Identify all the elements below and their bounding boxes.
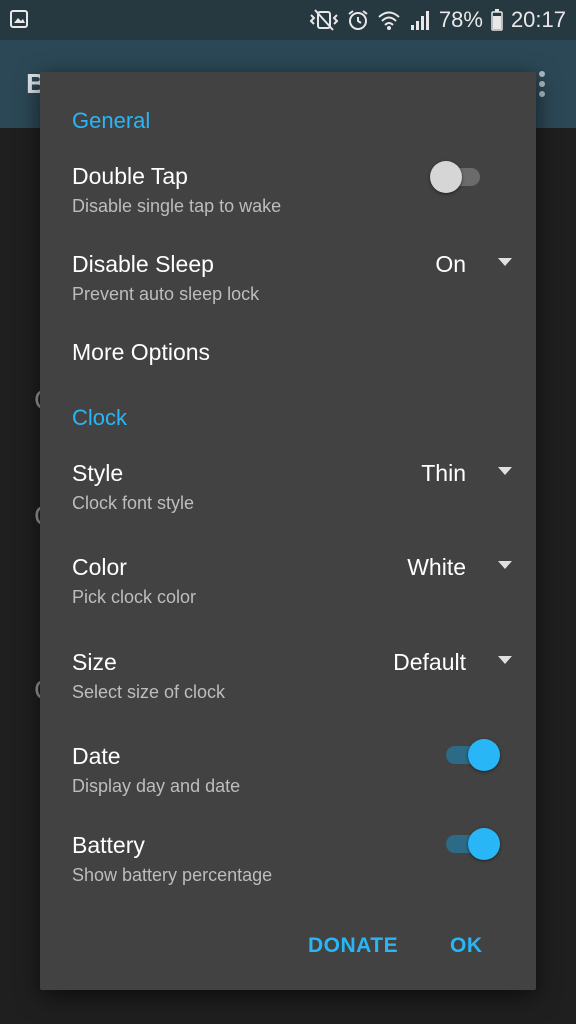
switch-thumb: [468, 828, 500, 860]
double-tap-switch[interactable]: [430, 158, 486, 194]
pref-summary: Select size of clock: [72, 682, 226, 702]
dropdown-arrow-icon: [498, 656, 512, 664]
pref-summary: Clock font style: [72, 493, 195, 513]
gallery-icon: [10, 10, 28, 28]
dropdown-arrow-icon: [498, 258, 512, 266]
dropdown-arrow-icon: [498, 467, 512, 475]
pref-size[interactable]: Size Select size of clock Default: [72, 648, 512, 708]
date-switch[interactable]: [442, 736, 500, 772]
pref-value: On: [435, 251, 466, 277]
alarm-icon: [348, 10, 368, 30]
signal-icon: [410, 11, 429, 30]
section-header-clock: Clock: [72, 405, 128, 430]
battery-percent: 78%: [438, 7, 483, 32]
pref-color[interactable]: Color Pick clock color White: [72, 553, 512, 613]
pref-disable-sleep[interactable]: Disable Sleep Prevent auto sleep lock On: [72, 250, 512, 310]
section-header-general: General: [72, 108, 151, 133]
pref-summary: Disable single tap to wake: [72, 196, 282, 216]
pref-value: Thin: [421, 460, 466, 486]
pref-value: White: [407, 554, 466, 580]
pref-title: More Options: [72, 339, 211, 365]
clock-time: 20:17: [510, 7, 566, 32]
dropdown-arrow-icon: [498, 561, 512, 569]
pref-summary: Display day and date: [72, 776, 241, 796]
pref-style[interactable]: Style Clock font style Thin: [72, 459, 512, 519]
pref-summary: Prevent auto sleep lock: [72, 284, 260, 304]
switch-thumb: [468, 739, 500, 771]
pref-summary: Show battery percentage: [72, 865, 273, 885]
switch-thumb: [430, 161, 462, 193]
battery-icon: [491, 9, 503, 31]
pref-summary: Pick clock color: [72, 587, 197, 607]
wifi-icon: [378, 11, 400, 30]
battery-switch[interactable]: [442, 825, 500, 861]
pref-value: Default: [393, 649, 466, 675]
overflow-menu-icon[interactable]: [538, 70, 546, 98]
vibrate-mute-icon: [309, 9, 339, 31]
settings-dialog: General Double Tap Disable single tap to…: [40, 72, 536, 990]
status-bar: 78% 20:17: [0, 0, 576, 40]
ok-button[interactable]: OK: [450, 934, 483, 958]
pref-more-options[interactable]: More Options: [72, 338, 512, 378]
donate-button[interactable]: DONATE: [308, 934, 398, 958]
